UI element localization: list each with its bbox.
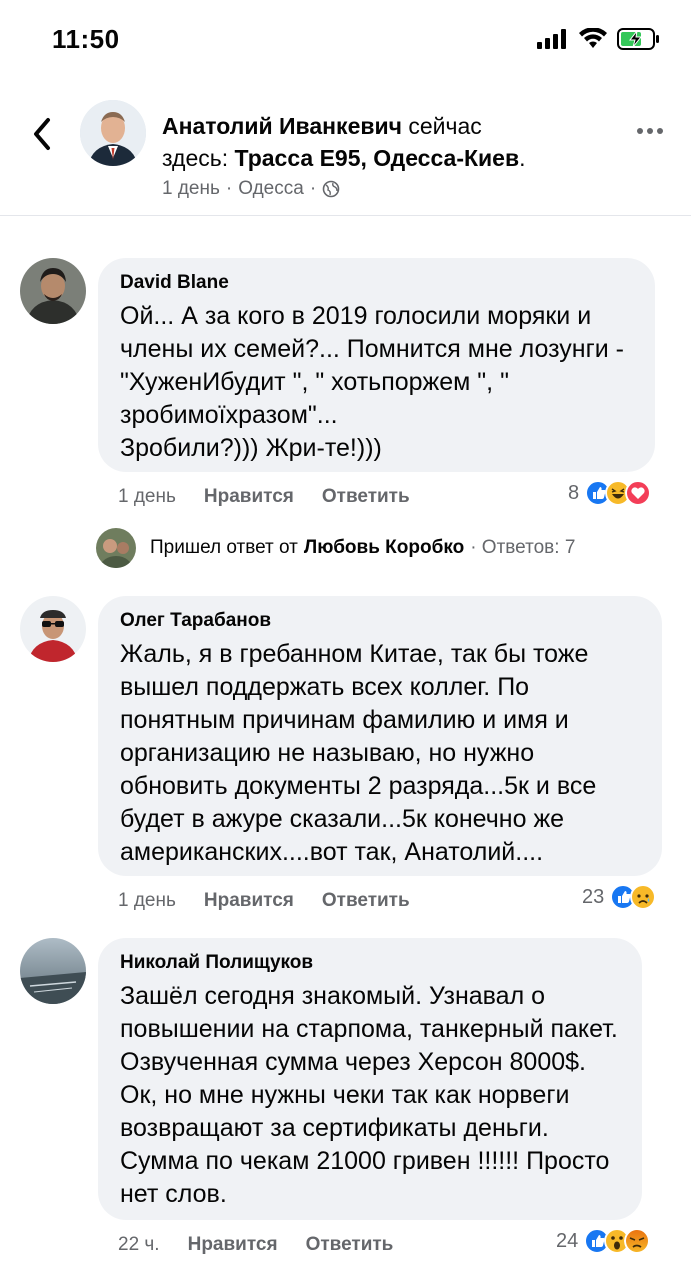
post-author-name[interactable]: Анатолий Иванкевич [162,113,402,139]
comment-time[interactable]: 1 день [118,890,176,912]
status-time: 11:50 [52,24,120,54]
location-prefix: здесь: [162,145,229,171]
reply-summary-label: Пришел ответ от [150,537,298,558]
back-arrow-icon[interactable] [28,114,56,154]
reply-button[interactable]: Ответить [322,890,410,912]
reply-author-avatar [96,528,136,568]
comment-text: Жаль, я в гребанном Китае, так бы тоже в… [120,640,597,866]
comment-bubble: Олег Тарабанов Жаль, я в гребанном Китае… [98,596,662,876]
post-status-word: сейчас [408,113,482,139]
comment-actions: 1 день Нравится Ответить [118,486,438,508]
clipped-action-row [110,212,115,226]
commenter-avatar[interactable] [20,258,86,324]
post-meta: 1 день · Одесса · [162,178,340,200]
author-avatar[interactable] [80,100,146,166]
comment-author[interactable]: David Blane [120,272,635,294]
love-reaction-icon [625,480,652,506]
post-header: Анатолий Иванкевич сейчас здесь: Трасса … [0,84,691,216]
comment-time[interactable]: 22 ч. [118,1234,160,1256]
reaction-count: 24 [556,1229,579,1252]
reaction-summary[interactable]: 8 [568,480,652,506]
meta-separator: · [309,178,317,199]
comment-text: Зашёл сегодня знакомый. Узнавал о повыше… [120,982,618,1208]
reply-button[interactable]: Ответить [322,486,410,508]
like-button[interactable]: Нравится [204,486,294,508]
commenter-avatar[interactable] [20,596,86,662]
reply-button[interactable]: Ответить [306,1234,394,1256]
reply-summary-count: · Ответов: 7 [470,537,576,558]
location-suffix: . [519,145,526,171]
comment-actions: 22 ч. Нравится Ответить [118,1234,421,1256]
reaction-count: 8 [568,481,580,504]
comment-actions: 1 день Нравится Ответить [118,890,438,912]
cellular-signal-icon [537,29,566,49]
like-button[interactable]: Нравится [204,890,294,912]
comment-bubble: David Blane Ой... А за кого в 2019 голос… [98,258,655,472]
comment-time[interactable]: 1 день [118,486,176,508]
post-location[interactable]: Трасса Е95, Одесса-Киев [235,145,520,171]
status-icons [537,28,661,50]
reply-summary-author[interactable]: Любовь Коробко [304,537,464,559]
comment-author[interactable]: Олег Тарабанов [120,610,642,632]
reaction-count: 23 [582,885,605,908]
like-button[interactable]: Нравится [188,1234,278,1256]
angry-reaction-icon [624,1228,651,1254]
sad-reaction-icon [630,884,657,910]
battery-charging-icon [617,28,659,50]
reaction-summary[interactable]: 24 [556,1228,651,1254]
more-options-icon[interactable] [635,124,665,138]
commenter-avatar[interactable] [20,938,86,1004]
reaction-summary[interactable]: 23 [582,884,657,910]
status-bar: 11:50 [0,0,691,84]
meta-separator: · [225,178,233,199]
post-title: Анатолий Иванкевич сейчас здесь: Трасса … [162,110,602,174]
wifi-icon [579,28,607,48]
post-time[interactable]: 1 день [162,178,220,200]
post-place[interactable]: Одесса [238,178,304,200]
globe-icon [322,180,340,198]
comment-author[interactable]: Николай Полищуков [120,952,622,974]
comment-text: Ой... А за кого в 2019 голосили моряки и… [120,302,624,462]
replies-link[interactable]: Пришел ответ от Любовь Коробко · Ответов… [96,528,575,568]
comment-bubble: Николай Полищуков Зашёл сегодня знакомый… [98,938,642,1220]
